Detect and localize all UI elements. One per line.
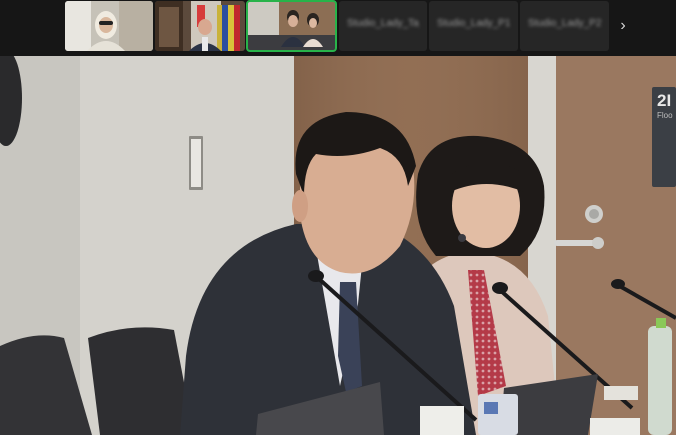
participant-video-3 [247, 1, 336, 51]
chevron-right-icon: › [620, 17, 626, 34]
participant-tile-5[interactable]: Studio_Lady_P1 [429, 1, 518, 51]
participant-name: Studio_Lady_P2 [528, 18, 601, 29]
participant-tile-1[interactable] [65, 1, 153, 51]
participant-name: Studio_Lady_P1 [437, 18, 510, 29]
main-video: 2I Floo [0, 56, 676, 435]
participant-strip: Studio_Lady_Taj Studio_Lady_P1 Studio_La… [0, 0, 676, 56]
participant-video-2 [155, 1, 245, 51]
next-participants-button[interactable]: › [612, 1, 634, 51]
main-video-frame [0, 56, 676, 435]
participant-video-1 [65, 1, 153, 51]
room-floor-label: Floo [657, 111, 673, 120]
participant-tile-2[interactable] [155, 1, 245, 51]
room-sign: 2I Floo [652, 87, 676, 187]
participant-name: Studio_Lady_Taj [347, 18, 419, 29]
room-number: 2I [657, 91, 672, 110]
participant-tile-6[interactable]: Studio_Lady_P2 [520, 1, 609, 51]
participant-tile-4[interactable]: Studio_Lady_Taj [339, 1, 427, 51]
participant-tile-3-active[interactable] [246, 0, 337, 52]
